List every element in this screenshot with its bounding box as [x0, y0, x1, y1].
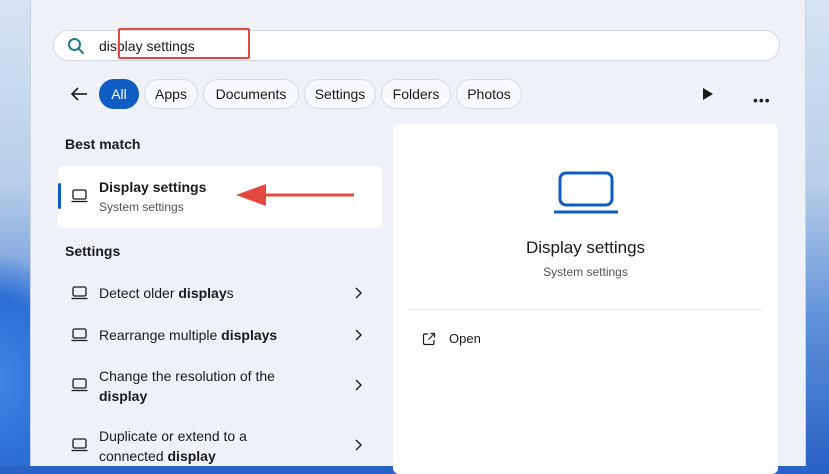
- more-options-button[interactable]: •••: [753, 92, 771, 108]
- open-button[interactable]: Open: [449, 331, 481, 346]
- chevron-right-icon: [355, 287, 362, 299]
- preview-pane: Display settings System settings Open: [393, 124, 778, 474]
- settings-item-label: Rearrange multiple displays: [99, 327, 278, 343]
- preview-subtitle: System settings: [543, 265, 628, 279]
- filter-folders[interactable]: Folders: [381, 79, 451, 109]
- settings-item-change-resolution[interactable]: Change the resolution of the display: [58, 366, 382, 408]
- filter-settings[interactable]: Settings: [304, 79, 376, 109]
- settings-item-label: Change the resolution of the display: [99, 368, 275, 404]
- search-icon: [68, 38, 84, 54]
- laptop-icon: [554, 171, 618, 214]
- search-highlight-box: [118, 28, 250, 59]
- settings-item-detect-older-displays[interactable]: Detect older displays: [58, 282, 382, 304]
- open-external-icon: [422, 332, 436, 346]
- best-match-subtitle: System settings: [99, 200, 184, 214]
- settings-item-label: Detect older displays: [99, 285, 234, 301]
- chevron-right-icon: [355, 439, 362, 451]
- laptop-icon: [71, 328, 88, 342]
- chevron-right-icon: [355, 379, 362, 391]
- divider: [409, 309, 762, 310]
- selection-indicator: [58, 183, 61, 209]
- filter-documents[interactable]: Documents: [203, 79, 299, 109]
- play-icon[interactable]: [702, 87, 714, 101]
- settings-item-duplicate-extend[interactable]: Duplicate or extend to a connected displ…: [58, 426, 382, 466]
- best-match-title: Display settings: [99, 179, 207, 195]
- filter-all[interactable]: All: [99, 79, 139, 109]
- filter-photos[interactable]: Photos: [456, 79, 522, 109]
- chevron-right-icon: [355, 329, 362, 341]
- red-arrow-annotation: [236, 184, 354, 206]
- settings-heading: Settings: [65, 243, 121, 259]
- settings-item-label: Duplicate or extend to a connected displ…: [99, 428, 247, 464]
- preview-title: Display settings: [525, 238, 646, 257]
- start-search-panel: All Apps Documents Settings Folders Phot…: [30, 0, 806, 474]
- best-match-heading: Best match: [65, 136, 141, 152]
- laptop-icon: [71, 378, 88, 392]
- laptop-icon: [71, 438, 88, 452]
- back-arrow-icon[interactable]: [69, 84, 89, 104]
- settings-item-rearrange-multiple-displays[interactable]: Rearrange multiple displays: [58, 324, 382, 346]
- laptop-icon: [71, 189, 88, 203]
- laptop-icon: [71, 286, 88, 300]
- filter-apps[interactable]: Apps: [144, 79, 198, 109]
